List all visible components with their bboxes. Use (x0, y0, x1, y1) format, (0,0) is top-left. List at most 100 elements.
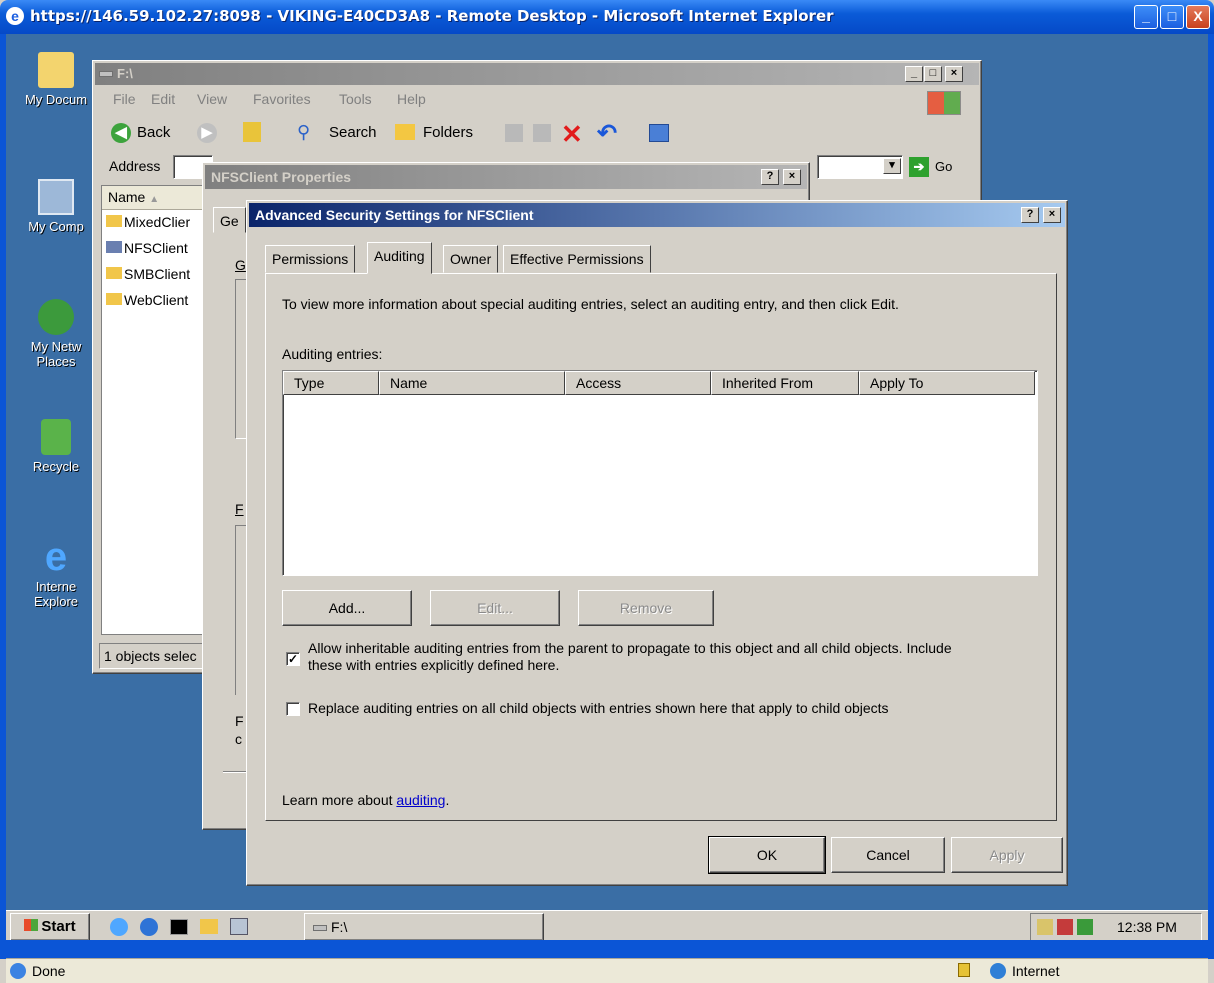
replace-checkbox[interactable] (286, 702, 300, 716)
views-icon[interactable] (649, 124, 669, 142)
network-icon (38, 299, 74, 335)
start-label: Start (41, 918, 76, 935)
quicklaunch-computer-icon[interactable] (230, 918, 248, 935)
desktop-icon-my-documents[interactable]: My Docum (16, 52, 96, 107)
maximize-button[interactable]: □ (1160, 5, 1184, 29)
sort-up-icon: ▲ (149, 194, 160, 205)
explorer-minimize-button[interactable]: _ (905, 66, 923, 82)
list-item[interactable]: WebClient (106, 292, 188, 308)
list-item[interactable]: SMBClient (106, 266, 190, 282)
tab-owner[interactable]: Owner (443, 245, 499, 273)
folders-button[interactable]: Folders (423, 124, 473, 141)
quicklaunch-folder-icon[interactable] (200, 919, 218, 934)
cancel-button[interactable]: Cancel (831, 837, 945, 873)
properties-close-button[interactable]: × (783, 169, 801, 185)
replace-checkbox-label[interactable]: Replace auditing entries on all child ob… (308, 700, 889, 716)
go-button[interactable]: Go (935, 159, 952, 174)
explorer-maximize-button[interactable]: □ (924, 66, 942, 82)
close-button[interactable]: X (1186, 5, 1210, 29)
properties-tab-general[interactable]: Ge (213, 207, 246, 233)
tray-security-icon[interactable] (1057, 919, 1073, 935)
quicklaunch-cmd-icon[interactable] (170, 919, 188, 935)
folder-icon (38, 52, 74, 88)
inherit-checkbox[interactable]: ✓ (286, 652, 300, 666)
remove-button[interactable]: Remove (578, 590, 714, 626)
inherit-checkbox-label[interactable]: Allow inheritable auditing entries from … (308, 640, 952, 656)
advanced-security-dialog: Advanced Security Settings for NFSClient… (246, 200, 1068, 886)
explorer-titlebar: F:\ _ □ × (95, 63, 979, 85)
menu-tools[interactable]: Tools (339, 91, 372, 107)
back-icon[interactable]: ◀ (111, 123, 131, 143)
properties-label-g: G (235, 257, 246, 273)
menu-file[interactable]: File (113, 91, 136, 107)
desktop-icon-recycle-bin[interactable]: Recycle (16, 419, 96, 474)
minimize-button[interactable]: _ (1134, 5, 1158, 29)
column-header-apply-to[interactable]: Apply To (859, 371, 1035, 395)
undo-icon[interactable]: ↶ (597, 119, 617, 148)
up-folder-icon[interactable] (243, 122, 261, 142)
desktop-icon-label: My Netw Places (30, 339, 82, 369)
column-header-access[interactable]: Access (565, 371, 711, 395)
tab-permissions[interactable]: Permissions (265, 245, 356, 273)
search-icon[interactable]: ⚲ (297, 122, 310, 143)
list-item-label: NFSClient (124, 240, 188, 256)
go-icon[interactable]: ➔ (909, 157, 929, 177)
menu-help[interactable]: Help (397, 91, 426, 107)
apply-button[interactable]: Apply (951, 837, 1063, 873)
copy-to-icon[interactable] (533, 124, 551, 142)
back-button[interactable]: Back (137, 124, 170, 141)
search-button[interactable]: Search (329, 124, 377, 141)
dialog-titlebar: Advanced Security Settings for NFSClient… (249, 203, 1065, 227)
quicklaunch-ie2-icon[interactable] (140, 918, 158, 936)
desktop-icon-my-computer[interactable]: My Comp (16, 179, 96, 234)
quicklaunch-ie-icon[interactable] (110, 918, 128, 936)
column-header-type[interactable]: Type (283, 371, 379, 395)
menu-edit[interactable]: Edit (151, 91, 175, 107)
column-header-name[interactable]: Name (379, 371, 565, 395)
ok-button[interactable]: OK (708, 836, 826, 874)
auditing-entries-list[interactable]: Type Name Access Inherited From Apply To (282, 370, 1038, 576)
tray-monitor-icon[interactable] (1077, 919, 1093, 935)
status-text: Done (32, 963, 66, 979)
column-header-label: Name (108, 189, 146, 205)
move-to-icon[interactable] (505, 124, 523, 142)
desktop-icon-internet-explorer[interactable]: e Interne Explore (16, 535, 96, 609)
entries-label: Auditing entries: (282, 346, 383, 362)
recycle-bin-icon (41, 419, 71, 455)
explorer-close-button[interactable]: × (945, 66, 963, 82)
desktop-icon-my-network[interactable]: My Netw Places (16, 299, 96, 369)
menu-view[interactable]: View (197, 91, 227, 107)
menu-favorites[interactable]: Favorites (253, 91, 311, 107)
column-header-inherited-from[interactable]: Inherited From (711, 371, 859, 395)
dialog-close-button[interactable]: × (1043, 207, 1061, 223)
address-input-right[interactable]: ▾ (817, 155, 903, 179)
window-frame-right (1208, 34, 1214, 959)
list-item[interactable]: NFSClient (106, 240, 188, 256)
edit-button[interactable]: Edit... (430, 590, 560, 626)
auditing-link[interactable]: auditing (396, 792, 445, 808)
desktop-icon-label: My Docum (24, 92, 88, 107)
tray-network-icon[interactable] (1037, 919, 1053, 935)
tab-auditing[interactable]: Auditing (367, 242, 432, 274)
taskbar: Start F:\ 12:38 PM (6, 910, 1208, 941)
inherit-checkbox-label-line2[interactable]: these with entries explicitly defined he… (308, 657, 559, 673)
dialog-help-button[interactable]: ? (1021, 207, 1039, 223)
tab-effective-permissions[interactable]: Effective Permissions (503, 245, 651, 273)
properties-titlebar: NFSClient Properties ? × (205, 165, 807, 189)
folders-icon[interactable] (395, 124, 415, 140)
folder-icon (106, 293, 122, 305)
windows-flag-icon (24, 919, 39, 931)
start-button[interactable]: Start (10, 913, 90, 941)
properties-label-c: c (235, 731, 242, 747)
taskbar-item-explorer[interactable]: F:\ (304, 913, 544, 941)
folder-icon (106, 241, 122, 253)
address-dropdown-button[interactable]: ▾ (883, 158, 901, 174)
delete-icon[interactable]: ✕ (561, 119, 583, 150)
properties-help-button[interactable]: ? (761, 169, 779, 185)
add-button[interactable]: Add... (282, 590, 412, 626)
forward-icon[interactable]: ▶ (197, 123, 217, 143)
desktop-icon-label: Interne Explore (33, 579, 79, 609)
ie-icon: e (44, 535, 68, 579)
learn-more-prefix: Learn more about (282, 792, 397, 808)
list-item[interactable]: MixedClier (106, 214, 190, 230)
